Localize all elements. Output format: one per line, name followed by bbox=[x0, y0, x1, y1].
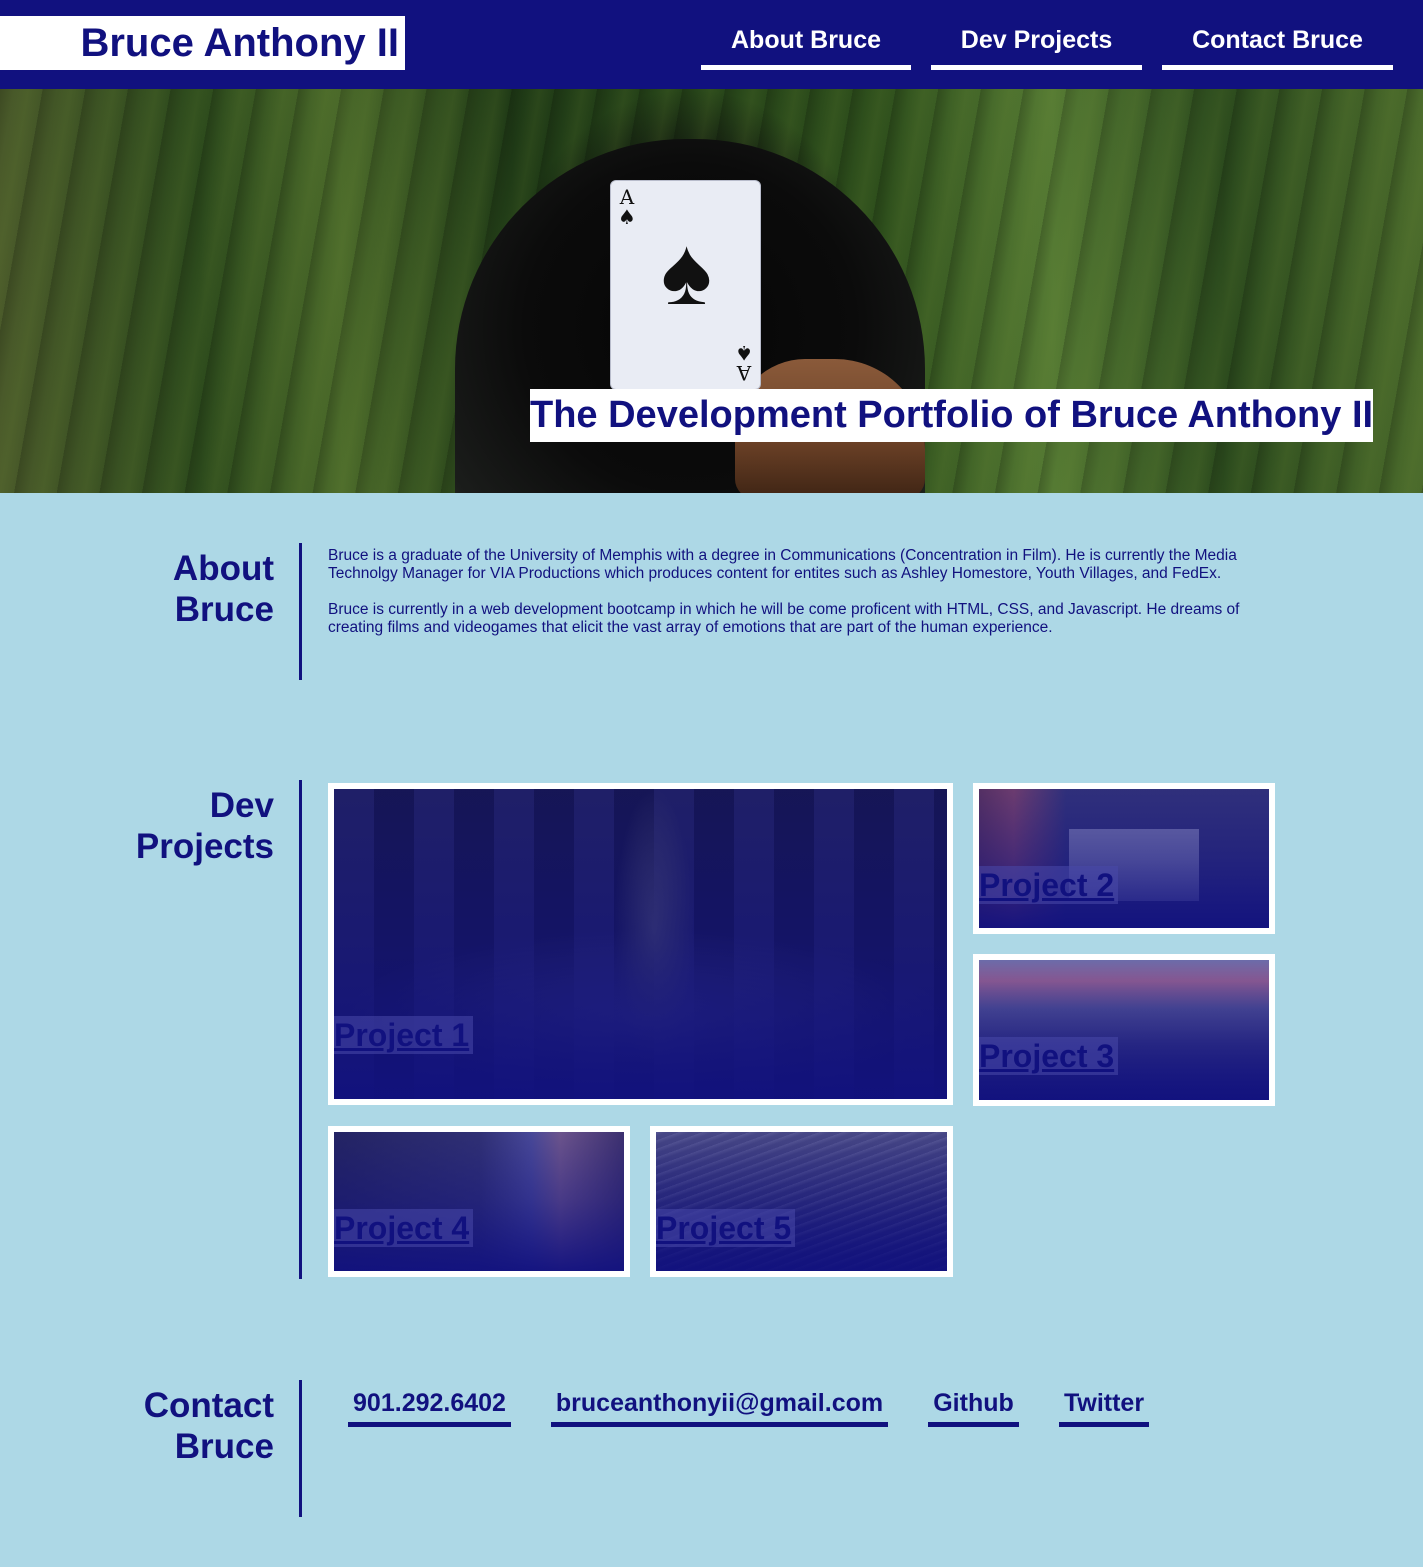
hero-title: The Development Portfolio of Bruce Antho… bbox=[530, 389, 1373, 442]
about-title-line1: About bbox=[172, 549, 274, 588]
nav-contact-link[interactable]: Contact Bruce bbox=[1162, 22, 1393, 70]
about-title-line2: Bruce bbox=[174, 590, 274, 629]
contact-github-link[interactable]: Github bbox=[928, 1386, 1019, 1427]
project-5-overlay bbox=[656, 1132, 947, 1271]
nav-dev-projects-link[interactable]: Dev Projects bbox=[931, 22, 1142, 70]
about-divider bbox=[299, 543, 302, 680]
project-card-1[interactable]: Project 1 bbox=[328, 783, 953, 1105]
contact-title-line2: Bruce bbox=[174, 1427, 274, 1466]
project-3-overlay bbox=[979, 960, 1269, 1100]
spade-icon: ♠ bbox=[661, 218, 712, 325]
contact-title-line1: Contact bbox=[143, 1386, 274, 1425]
project-3-link[interactable]: Project 3 bbox=[979, 1037, 1119, 1075]
contact-twitter-link[interactable]: Twitter bbox=[1059, 1386, 1149, 1427]
contact-section-title: Contact Bruce bbox=[144, 1385, 274, 1467]
card-rank-bottom: A bbox=[736, 361, 752, 385]
projects-title-line1: Dev bbox=[209, 786, 274, 825]
contact-divider bbox=[299, 1380, 302, 1517]
ace-of-spades-card: A ♠ ♠ A ♠ bbox=[610, 180, 761, 390]
about-text: Bruce is a graduate of the University of… bbox=[328, 547, 1288, 637]
contact-email-link[interactable]: bruceanthonyii@gmail.com bbox=[551, 1386, 888, 1427]
about-paragraph-1: Bruce is a graduate of the University of… bbox=[328, 547, 1237, 582]
hero-banner: A ♠ ♠ A ♠ The Development Portfolio of B… bbox=[0, 89, 1423, 493]
project-5-link[interactable]: Project 5 bbox=[656, 1209, 796, 1247]
project-1-link[interactable]: Project 1 bbox=[334, 1016, 474, 1054]
projects-divider bbox=[299, 780, 302, 1279]
project-2-link[interactable]: Project 2 bbox=[979, 866, 1119, 904]
project-card-4[interactable]: Project 4 bbox=[328, 1126, 630, 1277]
site-header: Bruce Anthony II About Bruce Dev Project… bbox=[0, 0, 1423, 89]
brand-title[interactable]: Bruce Anthony II bbox=[0, 16, 405, 70]
card-rank: A bbox=[619, 185, 635, 209]
contact-phone-link[interactable]: 901.292.6402 bbox=[348, 1386, 511, 1427]
project-card-3[interactable]: Project 3 bbox=[973, 954, 1275, 1106]
project-4-link[interactable]: Project 4 bbox=[334, 1209, 474, 1247]
nav-about-link[interactable]: About Bruce bbox=[701, 22, 911, 70]
card-suit-bottom: ♠ bbox=[735, 341, 753, 365]
projects-title-line2: Projects bbox=[135, 827, 274, 866]
project-4-overlay bbox=[334, 1132, 624, 1271]
project-2-overlay bbox=[979, 789, 1269, 928]
project-card-2[interactable]: Project 2 bbox=[973, 783, 1275, 934]
about-paragraph-2: Bruce is currently in a web development … bbox=[328, 601, 1240, 636]
project-card-5[interactable]: Project 5 bbox=[650, 1126, 953, 1277]
about-section-title: About Bruce bbox=[173, 548, 274, 630]
projects-section-title: Dev Projects bbox=[136, 785, 274, 867]
card-corner-bottom: A ♠ bbox=[735, 341, 753, 385]
